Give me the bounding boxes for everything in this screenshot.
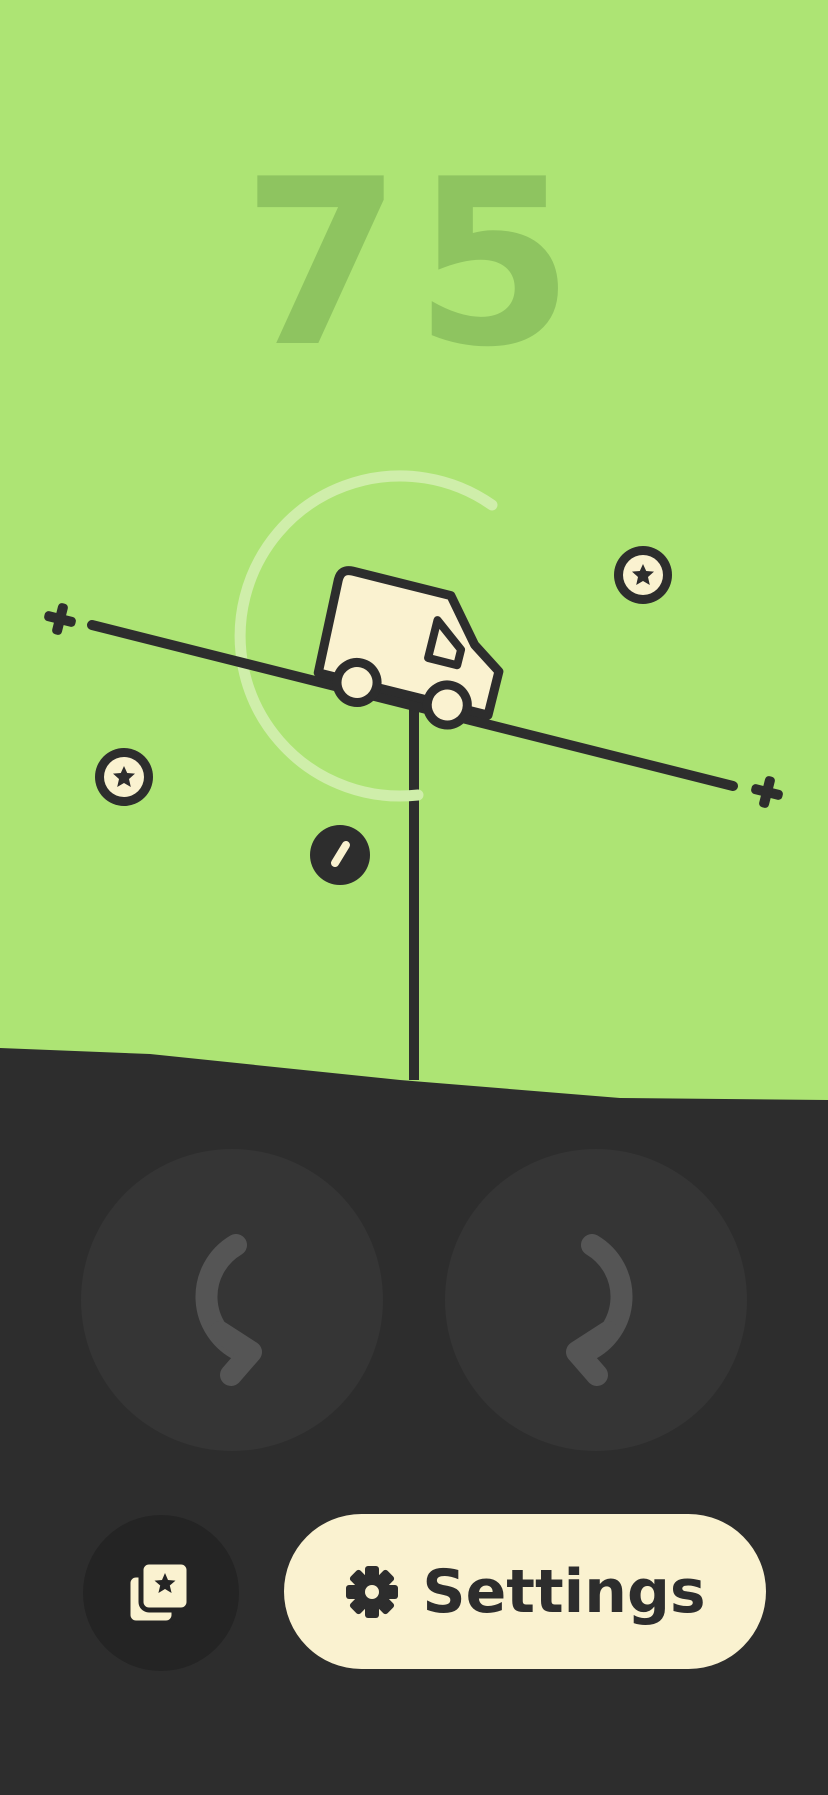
score-counter: 75 (241, 131, 587, 398)
speedometer-powerup (310, 825, 370, 885)
beam-end-marker-left (44, 603, 76, 635)
star-coin (95, 748, 153, 806)
rotate-right-button[interactable] (445, 1149, 747, 1451)
settings-label: Settings (422, 1556, 706, 1627)
gear-icon (346, 1565, 399, 1618)
cards-star-icon (125, 1559, 192, 1626)
rotate-clockwise-icon (566, 1234, 633, 1386)
beam-end-marker-right (751, 776, 783, 808)
gallery-button[interactable] (83, 1515, 239, 1671)
settings-button[interactable]: Settings (284, 1514, 766, 1669)
rotate-left-button[interactable] (81, 1149, 383, 1451)
van-wheel-front (422, 680, 472, 730)
van-wheel-rear (332, 657, 382, 707)
star-coin (614, 546, 672, 604)
rotate-counterclockwise-icon (195, 1234, 262, 1386)
